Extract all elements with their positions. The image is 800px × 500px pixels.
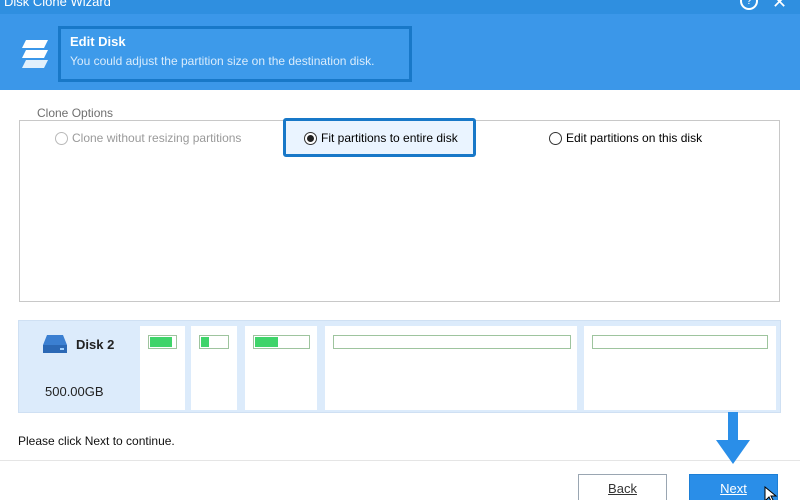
partition-usage-bar — [199, 335, 229, 349]
title-bar: Disk Clone Wizard ? ✕ — [0, 0, 800, 14]
step-subtitle: You could adjust the partition size on t… — [70, 54, 375, 68]
partition-usage-fill — [150, 337, 173, 347]
partitions-icon — [22, 40, 48, 68]
wizard-header: Edit Disk You could adjust the partition… — [0, 14, 800, 90]
radio-label: Fit partitions to entire disk — [321, 131, 458, 145]
partition-block[interactable] — [140, 326, 185, 410]
radio-fit-partitions[interactable]: Fit partitions to entire disk — [304, 131, 458, 145]
partition-block[interactable] — [325, 326, 577, 410]
footer-divider — [0, 460, 800, 461]
radio-label: Edit partitions on this disk — [566, 131, 703, 145]
partition-block[interactable] — [584, 326, 776, 410]
radio-circle — [304, 131, 317, 145]
back-button-label: Back — [608, 481, 637, 496]
partition-usage-bar — [253, 335, 310, 349]
clone-options-legend: Clone Options — [34, 106, 117, 120]
back-button[interactable]: Back — [578, 474, 667, 500]
partition-usage-bar — [333, 335, 571, 349]
disk-info[interactable]: Disk 2 500.00GB — [19, 321, 139, 414]
status-text: Please click Next to continue. — [18, 434, 175, 448]
radio-circle — [55, 131, 68, 145]
mouse-cursor-icon — [764, 486, 778, 500]
partition-usage-bar — [148, 335, 177, 349]
partition-usage-fill — [201, 337, 209, 347]
partition-usage-bar — [592, 335, 768, 349]
arrow-down-icon — [716, 412, 750, 464]
step-title: Edit Disk — [70, 34, 126, 49]
partition-block[interactable] — [191, 326, 237, 410]
partition-block[interactable] — [245, 326, 317, 410]
radio-label: Clone without resizing partitions — [72, 131, 242, 145]
radio-circle — [549, 131, 562, 145]
window-title: Disk Clone Wizard — [4, 0, 111, 9]
close-icon[interactable]: ✕ — [772, 0, 787, 12]
disk-drive-icon — [43, 335, 67, 353]
next-button-label: Next — [720, 481, 747, 496]
radio-edit-partitions[interactable]: Edit partitions on this disk — [549, 131, 702, 145]
disk-name: Disk 2 — [76, 337, 115, 352]
disk-size: 500.00GB — [45, 384, 104, 399]
radio-clone-without-resizing[interactable]: Clone without resizing partitions — [55, 131, 241, 145]
disk-map: Disk 2 500.00GB — [18, 320, 781, 413]
partition-usage-fill — [255, 337, 278, 347]
help-icon[interactable]: ? — [740, 0, 758, 10]
